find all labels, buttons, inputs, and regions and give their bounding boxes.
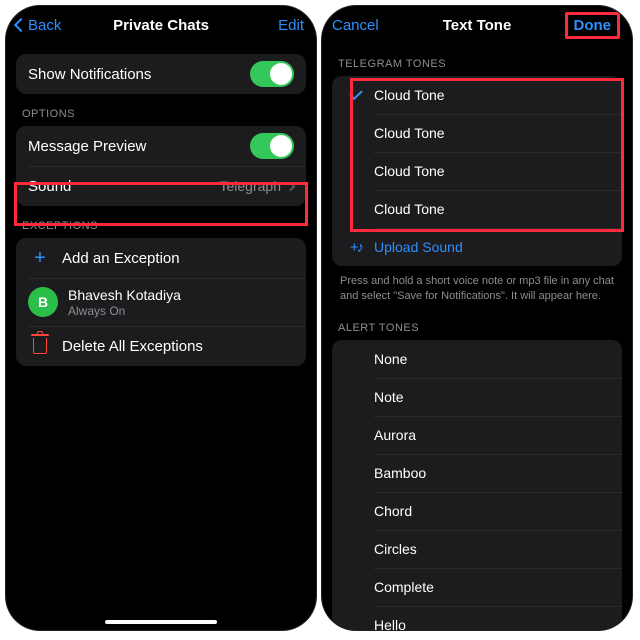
cancel-label: Cancel xyxy=(332,17,379,34)
message-preview-row[interactable]: Message Preview xyxy=(16,126,306,166)
chevron-right-icon xyxy=(286,181,296,191)
sound-value: Telegraph xyxy=(220,178,282,194)
tone-label: Aurora xyxy=(374,427,416,443)
exceptions-header: EXCEPTIONS xyxy=(6,206,316,238)
edit-button[interactable]: Edit xyxy=(278,6,304,44)
tone-label: Cloud Tone xyxy=(374,125,445,141)
navbar: Back Private Chats Edit xyxy=(6,6,316,44)
delete-all-exceptions-row[interactable]: Delete All Exceptions xyxy=(16,326,306,366)
delete-all-label: Delete All Exceptions xyxy=(62,338,294,355)
show-notifications-toggle[interactable] xyxy=(250,61,294,87)
add-exception-label: Add an Exception xyxy=(62,250,294,267)
edit-label: Edit xyxy=(278,17,304,34)
tone-label: Chord xyxy=(374,503,412,519)
alert-tone-row[interactable]: None xyxy=(332,340,622,378)
home-indicator[interactable] xyxy=(105,620,217,624)
cancel-button[interactable]: Cancel xyxy=(332,6,379,44)
tone-label: Bamboo xyxy=(374,465,426,481)
tone-label: Cloud Tone xyxy=(374,201,445,217)
phone-text-tone: Cancel Text Tone Done TELEGRAM TONES Clo… xyxy=(322,6,632,630)
exceptions-group: + Add an Exception B Bhavesh Kotadiya Al… xyxy=(16,238,306,366)
exception-user-row[interactable]: B Bhavesh Kotadiya Always On xyxy=(16,278,306,326)
show-notifications-label: Show Notifications xyxy=(28,66,250,83)
alert-tone-row[interactable]: Hello xyxy=(332,606,622,630)
upload-hint: Press and hold a short voice note or mp3… xyxy=(322,266,632,304)
options-header: OPTIONS xyxy=(6,94,316,126)
sound-label: Sound xyxy=(28,178,220,195)
done-label: Done xyxy=(574,17,612,34)
telegram-tones-header: TELEGRAM TONES xyxy=(322,44,632,76)
upload-sound-row[interactable]: +♪ Upload Sound xyxy=(332,228,622,266)
tone-label: Note xyxy=(374,389,404,405)
avatar-initial: B xyxy=(38,294,48,310)
back-button[interactable]: Back xyxy=(16,6,61,44)
alert-tone-row[interactable]: Aurora xyxy=(332,416,622,454)
alert-tone-row[interactable]: Chord xyxy=(332,492,622,530)
telegram-tones-group: Cloud Tone Cloud Tone Cloud Tone Cloud Tone… xyxy=(332,76,622,266)
navbar: Cancel Text Tone Done xyxy=(322,6,632,44)
back-label: Back xyxy=(28,17,61,34)
options-group: Message Preview Sound Telegraph xyxy=(16,126,306,206)
exception-user-status: Always On xyxy=(68,304,294,318)
annotation-done-button: Done xyxy=(565,12,621,39)
add-exception-row[interactable]: + Add an Exception xyxy=(16,238,306,278)
trash-icon xyxy=(33,338,47,354)
telegram-tone-row[interactable]: Cloud Tone xyxy=(332,190,622,228)
upload-sound-icon: +♪ xyxy=(350,239,362,256)
exception-user-name: Bhavesh Kotadiya xyxy=(68,287,294,303)
tone-label: Cloud Tone xyxy=(374,163,445,179)
telegram-tone-row[interactable]: Cloud Tone xyxy=(332,76,622,114)
alert-tones-group: None Note Aurora Bamboo Chord Circles Complete… xyxy=(332,340,622,630)
telegram-tone-row[interactable]: Cloud Tone xyxy=(332,152,622,190)
alert-tones-header: ALERT TONES xyxy=(322,304,632,340)
avatar: B xyxy=(28,287,58,317)
alert-tone-row[interactable]: Bamboo xyxy=(332,454,622,492)
show-notifications-row[interactable]: Show Notifications xyxy=(16,54,306,94)
message-preview-toggle[interactable] xyxy=(250,133,294,159)
telegram-tone-row[interactable]: Cloud Tone xyxy=(332,114,622,152)
notifications-group: Show Notifications xyxy=(16,54,306,94)
tone-label: Complete xyxy=(374,579,434,595)
message-preview-label: Message Preview xyxy=(28,138,250,155)
upload-sound-label: Upload Sound xyxy=(374,239,463,255)
alert-tone-row[interactable]: Circles xyxy=(332,530,622,568)
tone-label: Cloud Tone xyxy=(374,87,445,103)
sound-row[interactable]: Sound Telegraph xyxy=(16,166,306,206)
tone-label: Hello xyxy=(374,617,406,630)
page-title: Private Chats xyxy=(113,17,209,34)
plus-icon: + xyxy=(34,248,46,268)
alert-tone-row[interactable]: Note xyxy=(332,378,622,416)
done-button[interactable]: Done xyxy=(565,6,621,44)
chevron-left-icon xyxy=(14,18,28,32)
tone-label: None xyxy=(374,351,407,367)
page-title: Text Tone xyxy=(443,17,512,34)
phone-private-chats: Back Private Chats Edit Show Notificatio… xyxy=(6,6,316,630)
check-icon xyxy=(349,87,362,100)
alert-tone-row[interactable]: Complete xyxy=(332,568,622,606)
tone-label: Circles xyxy=(374,541,417,557)
